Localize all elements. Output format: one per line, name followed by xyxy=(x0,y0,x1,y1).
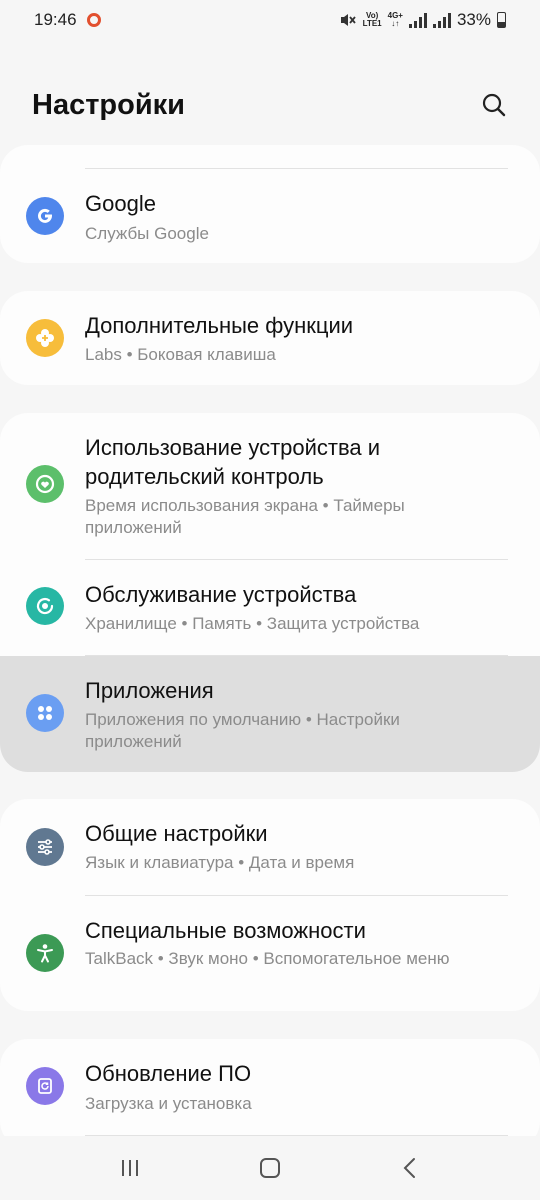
settings-card-device: Использование устройства и родительский … xyxy=(0,413,540,772)
settings-card-google: Google Службы Google xyxy=(0,145,540,263)
item-subtitle: Загрузка и установка xyxy=(85,1094,252,1113)
network-icon: 4G+ ↓↑ xyxy=(387,11,403,28)
recent-apps-button[interactable] xyxy=(100,1143,160,1193)
settings-item-accessibility[interactable]: Специальные возможности TalkBack • Звук … xyxy=(0,896,540,1011)
item-subtitle: Хранилище • Память • Защита устройства xyxy=(85,614,420,633)
item-subtitle: Язык и клавиатура • Дата и время xyxy=(85,853,355,872)
item-title: Обслуживание устройства xyxy=(85,582,357,607)
search-icon xyxy=(482,93,506,117)
record-indicator-icon xyxy=(86,13,101,27)
settings-item-general-settings[interactable]: Общие настройки Язык и клавиатура • Дата… xyxy=(0,799,540,895)
page-title: Настройки xyxy=(32,88,186,121)
status-time: 19:46 xyxy=(34,10,77,29)
header: Настройки xyxy=(0,60,540,150)
navigation-bar xyxy=(0,1136,540,1200)
advanced-features-icon xyxy=(26,319,64,357)
item-title: Дополнительные функции xyxy=(85,313,354,338)
settings-item-software-update[interactable]: Обновление ПО Загрузка и установка xyxy=(0,1039,540,1135)
settings-item-advanced-features[interactable]: Дополнительные функции Labs • Боковая кл… xyxy=(0,291,540,385)
battery-icon xyxy=(497,12,506,28)
item-title: Специальные возможности xyxy=(85,918,366,943)
item-subtitle: Labs • Боковая клавиша xyxy=(85,345,276,364)
settings-item-google[interactable]: Google Службы Google xyxy=(0,169,540,263)
settings-card-update: Обновление ПО Загрузка и установка xyxy=(0,1039,540,1149)
home-icon xyxy=(260,1158,280,1178)
item-subtitle: Службы Google xyxy=(85,224,209,243)
item-subtitle: TalkBack • Звук моно • Вспомогательное м… xyxy=(85,949,450,968)
signal-icon xyxy=(408,12,427,28)
settings-card-general: Общие настройки Язык и клавиатура • Дата… xyxy=(0,799,540,1011)
settings-card-advanced: Дополнительные функции Labs • Боковая кл… xyxy=(0,291,540,385)
volte-icon: Vo) LTE1 xyxy=(362,11,382,28)
item-title: Приложения xyxy=(85,678,214,703)
item-title: Обновление ПО xyxy=(85,1061,252,1086)
status-bar: 19:46 Vo) LTE1 4G+ ↓↑ 33% xyxy=(0,0,540,40)
settings-item-device-care[interactable]: Обслуживание устройства Хранилище • Памя… xyxy=(0,560,540,655)
battery-percent: 33% xyxy=(456,10,491,29)
digital-wellbeing-icon xyxy=(26,465,64,503)
signal-icon xyxy=(432,12,451,28)
recent-apps-icon xyxy=(122,1160,138,1176)
device-care-icon xyxy=(26,587,64,625)
back-button[interactable] xyxy=(380,1143,440,1193)
accessibility-icon xyxy=(26,934,64,972)
item-subtitle: Время использования экрана • Таймеры при… xyxy=(85,496,405,537)
back-icon xyxy=(403,1158,415,1178)
apps-icon xyxy=(26,694,64,732)
software-update-icon xyxy=(26,1067,64,1105)
item-title: Google xyxy=(85,191,156,216)
home-button[interactable] xyxy=(240,1143,300,1193)
mute-icon xyxy=(340,14,356,26)
settings-item-digital-wellbeing[interactable]: Использование устройства и родительский … xyxy=(0,413,540,560)
item-title: Использование устройства и родительский … xyxy=(85,435,381,489)
item-title: Общие настройки xyxy=(85,821,268,846)
google-icon xyxy=(26,197,64,235)
general-settings-icon xyxy=(26,828,64,866)
settings-item-apps[interactable]: Приложения Приложения по умолчанию • Нас… xyxy=(0,656,540,772)
search-button[interactable] xyxy=(474,85,514,125)
item-subtitle: Приложения по умолчанию • Настройки прил… xyxy=(85,710,400,751)
